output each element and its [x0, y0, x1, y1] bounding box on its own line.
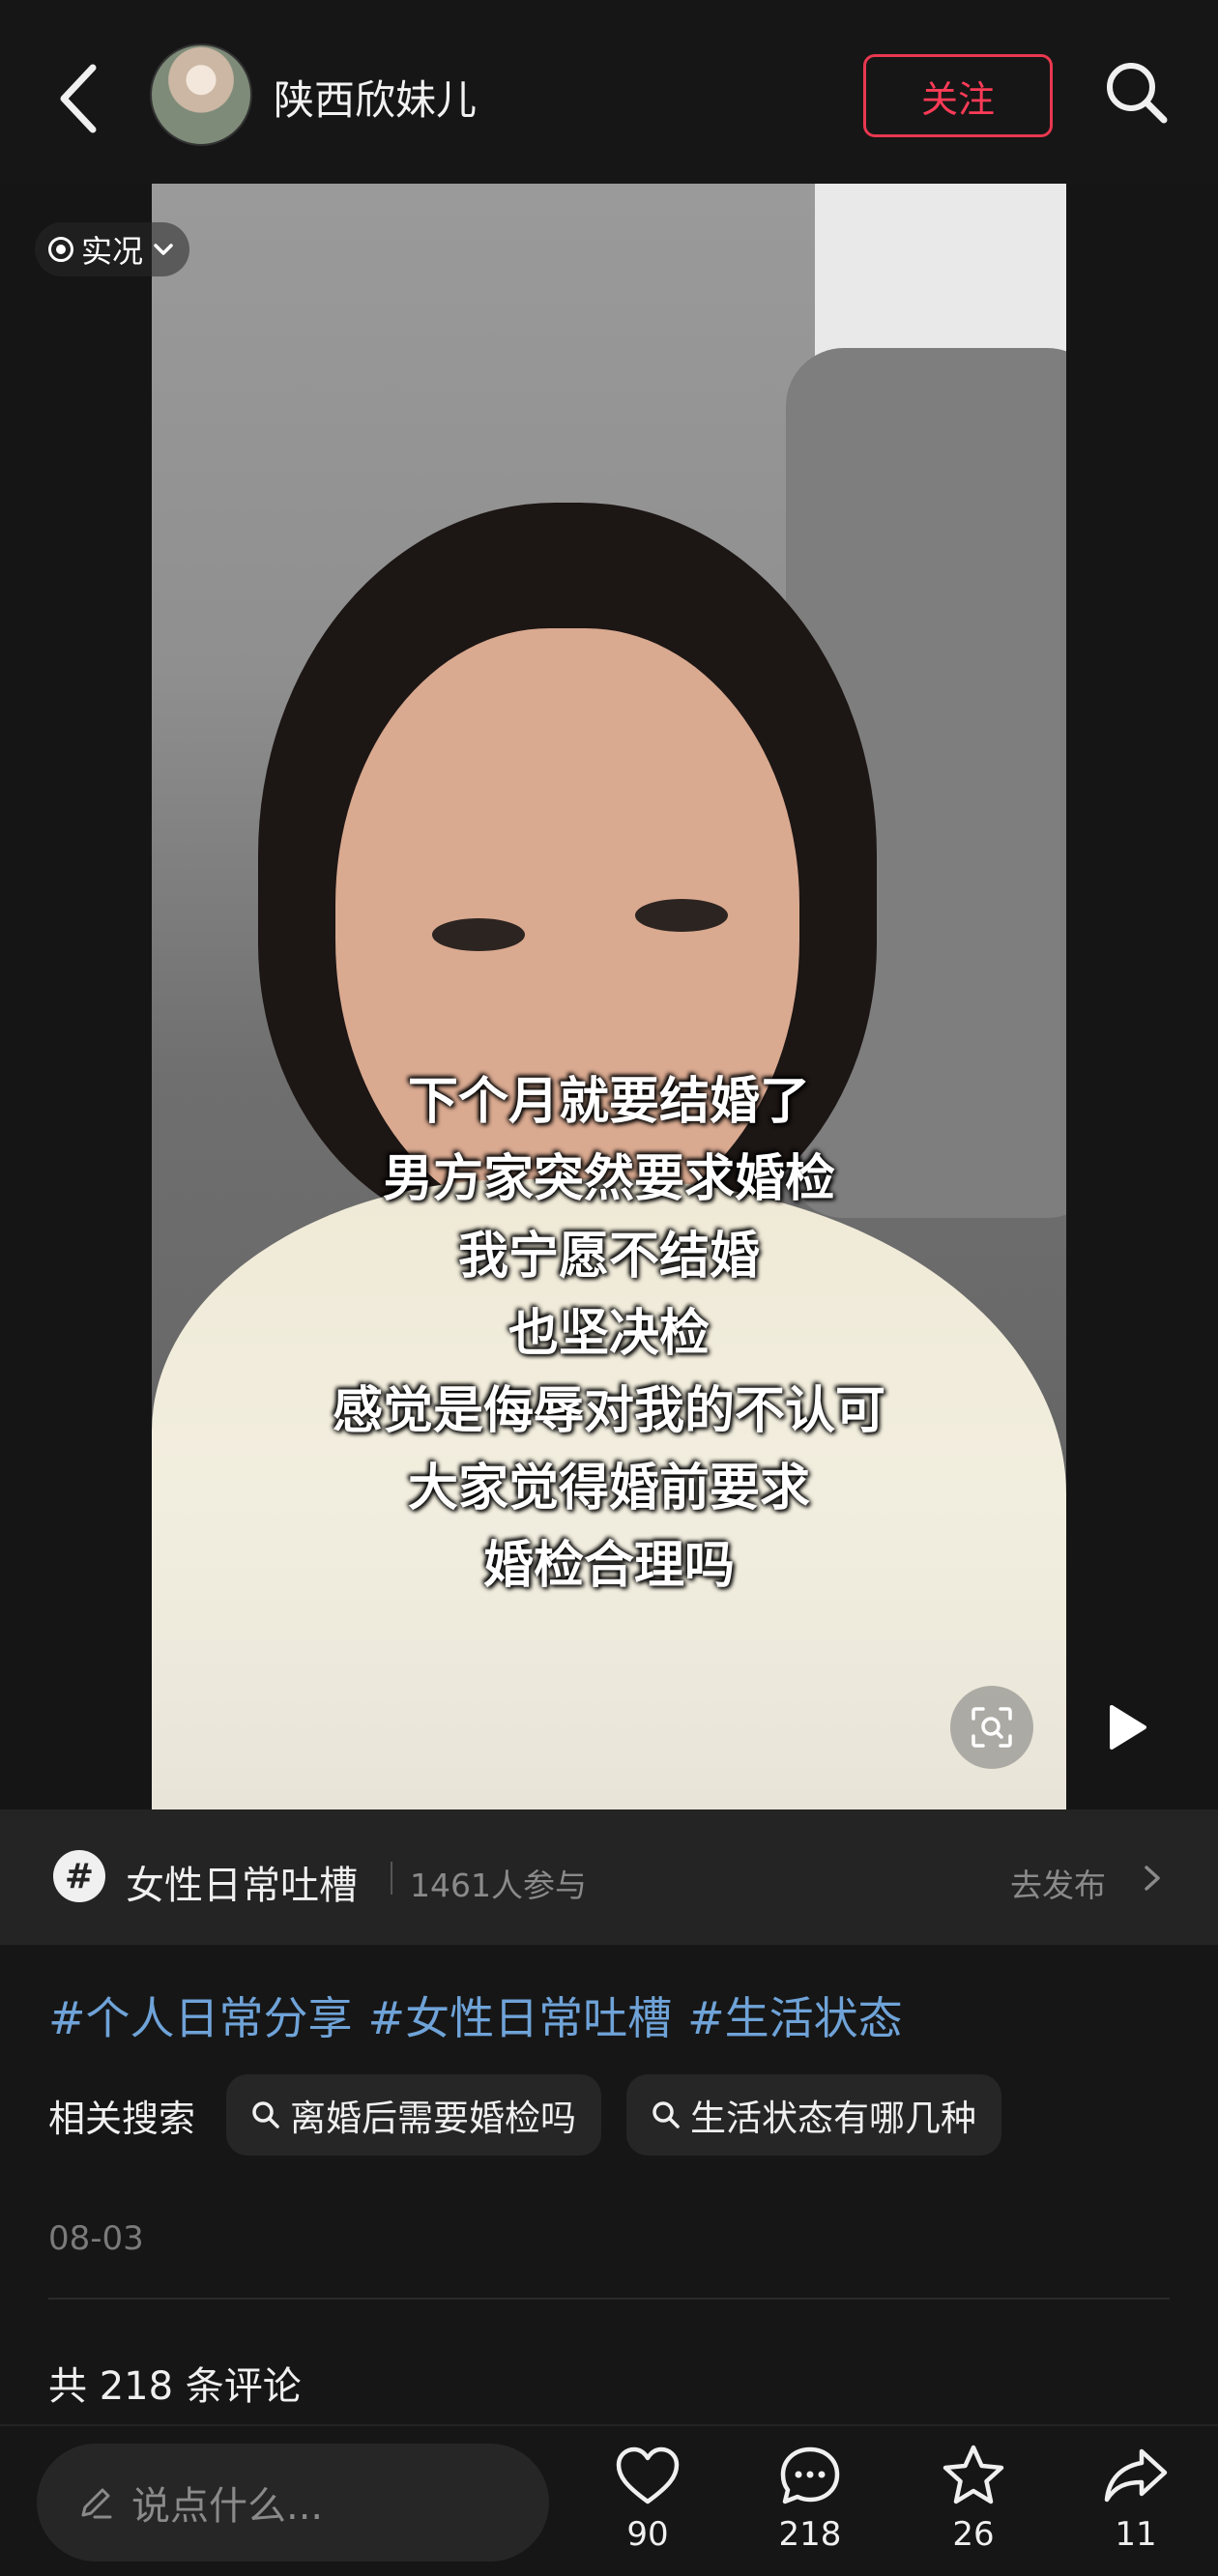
- caption-line: 婚检合理吗: [482, 1537, 735, 1595]
- chevron-right-icon: [1145, 1866, 1160, 1891]
- media-stage[interactable]: 实况 下个月就要结婚了 男方家突然要求婚检 我宁愿不结婚 也坚决检 感觉是侮辱对…: [0, 184, 1218, 1809]
- divider: [391, 1862, 392, 1895]
- comment-input[interactable]: 说点什么...: [37, 2444, 549, 2562]
- scan-icon: [972, 1707, 1012, 1748]
- caption-line: 下个月就要结婚了: [407, 1073, 810, 1131]
- top-header: 陕西欣妹儿 关注: [0, 0, 1218, 184]
- go-publish-link[interactable]: 去发布: [1010, 1860, 1106, 1906]
- related-search: 相关搜索 离婚后需要婚检吗 生活状态有哪几种: [48, 2074, 1027, 2156]
- play-icon[interactable]: [1102, 1701, 1150, 1753]
- like-button[interactable]: 90: [590, 2442, 706, 2567]
- comment-button[interactable]: 218: [752, 2442, 868, 2567]
- collect-button[interactable]: 26: [915, 2442, 1031, 2567]
- follow-button[interactable]: 关注: [863, 54, 1053, 137]
- image-search-button[interactable]: [950, 1686, 1033, 1769]
- hashtag-icon: #: [53, 1850, 105, 1902]
- search-icon: [252, 2101, 279, 2128]
- pencil-icon: [81, 2488, 112, 2519]
- comments-total: 共 218 条评论: [48, 2364, 302, 2409]
- related-search-chip[interactable]: 生活状态有哪几种: [626, 2074, 1002, 2156]
- topic-name: 女性日常吐槽: [126, 1864, 358, 1908]
- collect-count: 26: [952, 2515, 995, 2554]
- username[interactable]: 陕西欣妹儿: [274, 68, 477, 127]
- related-search-label: 相关搜索: [48, 2097, 196, 2140]
- divider: [48, 2298, 1170, 2300]
- chip-label: 离婚后需要婚检吗: [290, 2098, 577, 2139]
- share-button[interactable]: 11: [1078, 2442, 1194, 2567]
- topic-bar[interactable]: # 女性日常吐槽 1461人参与 去发布: [0, 1809, 1218, 1945]
- caption-line: 也坚决检: [508, 1305, 710, 1363]
- hashtag-link[interactable]: #女性日常吐槽: [368, 1992, 673, 2044]
- hashtag-link[interactable]: #生活状态: [687, 1992, 903, 2044]
- chip-label: 生活状态有哪几种: [690, 2098, 977, 2139]
- live-icon: [48, 237, 73, 262]
- comment-bubble-icon: [780, 2446, 840, 2504]
- star-icon: [942, 2445, 1004, 2504]
- share-arrow-icon: [1104, 2448, 1168, 2503]
- post-date: 08-03: [48, 2219, 144, 2258]
- live-label: 实况: [81, 233, 144, 270]
- live-photo-toggle[interactable]: 实况: [35, 222, 190, 276]
- heart-icon: [616, 2446, 680, 2504]
- caption-line: 男方家突然要求婚检: [382, 1150, 835, 1208]
- search-icon[interactable]: [1100, 56, 1172, 128]
- hashtag-list: #个人日常分享 #女性日常吐槽 #生活状态: [48, 1983, 918, 2047]
- comment-count: 218: [778, 2515, 842, 2554]
- back-arrow-icon[interactable]: [50, 60, 108, 137]
- topic-participants: 1461人参与: [410, 1867, 587, 1904]
- share-count: 11: [1115, 2515, 1157, 2554]
- photo-caption: 下个月就要结婚了 男方家突然要求婚检 我宁愿不结婚 也坚决检 感觉是侮辱对我的不…: [152, 1063, 1066, 1605]
- like-count: 90: [626, 2515, 669, 2554]
- avatar[interactable]: [150, 43, 252, 146]
- comment-placeholder: 说点什么...: [131, 2484, 324, 2529]
- search-icon: [652, 2101, 680, 2128]
- caption-line: 我宁愿不结婚: [457, 1228, 760, 1286]
- bottom-action-bar: 说点什么... 90 218 26 11: [0, 2424, 1218, 2576]
- chevron-down-icon: [154, 244, 173, 255]
- hashtag-link[interactable]: #个人日常分享: [48, 1992, 353, 2044]
- related-search-chip[interactable]: 离婚后需要婚检吗: [226, 2074, 602, 2156]
- caption-line: 大家觉得婚前要求: [407, 1460, 810, 1518]
- caption-line: 感觉是侮辱对我的不认可: [332, 1382, 885, 1440]
